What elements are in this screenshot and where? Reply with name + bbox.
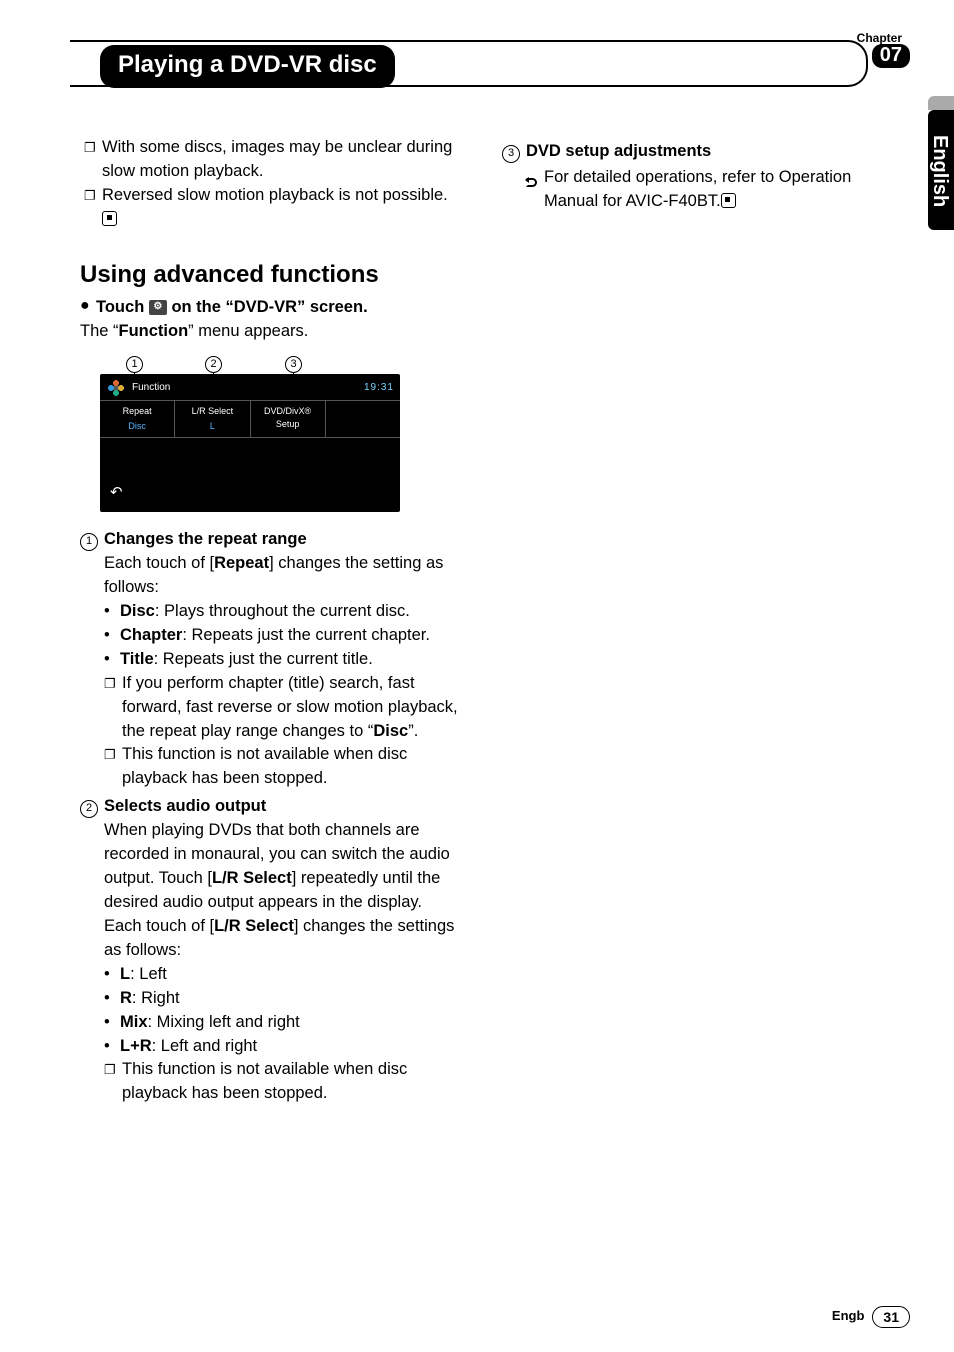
item2-para1: When playing DVDs that both channels are…	[104, 821, 450, 911]
item3-note: For detailed operations, refer to Operat…	[544, 166, 884, 214]
callout-2-icon: 2	[80, 800, 98, 818]
touch-instruction: Touch ⚙ on the “DVD-VR” screen.	[96, 296, 368, 320]
callout-3-icon: 3	[502, 145, 520, 163]
stop-icon	[721, 193, 736, 208]
section-heading: Using advanced functions	[80, 258, 462, 293]
clock-readout: 19:31	[364, 381, 394, 396]
item2-para2: Each touch of [L/R Select] changes the s…	[104, 917, 454, 959]
page-header: Chapter 07 Playing a DVD-VR disc	[80, 30, 914, 90]
home-flower-icon	[106, 378, 126, 398]
note-marker-icon	[104, 1058, 122, 1080]
function-screen-figure: 1 2 3 Function 19:31 Repeat Disc	[100, 352, 410, 512]
opt-disc: Disc: Plays throughout the current disc.	[104, 600, 462, 624]
page-title: Playing a DVD-VR disc	[100, 45, 395, 88]
callout-1-icon: 1	[80, 533, 98, 551]
note-text: With some discs, images may be unclear d…	[102, 136, 462, 184]
note-marker-icon	[104, 743, 122, 765]
tab-repeat[interactable]: Repeat Disc	[100, 401, 175, 437]
item1-heading: Changes the repeat range	[104, 530, 307, 548]
footer-lang: Engb	[832, 1307, 865, 1326]
item2-heading: Selects audio output	[104, 797, 266, 815]
page-footer: Engb 31	[832, 1306, 910, 1328]
item1-intro: Each touch of [Repeat] changes the setti…	[104, 554, 443, 596]
opt-mix: Mix: Mixing left and right	[104, 1011, 462, 1035]
back-icon[interactable]: ↶	[100, 476, 400, 504]
bullet-dot-icon	[80, 296, 96, 317]
note-marker-icon	[84, 184, 102, 206]
chapter-number-pill: 07	[872, 44, 910, 68]
note-marker-icon	[84, 136, 102, 158]
opt-l: L: Left	[104, 963, 462, 987]
language-tab: English	[928, 110, 954, 230]
page-number: 31	[872, 1306, 910, 1328]
function-menu-icon: ⚙	[149, 300, 167, 315]
item2-note: This function is not available when disc…	[122, 1058, 462, 1106]
reference-arrow-icon	[526, 175, 540, 186]
stop-icon	[102, 211, 117, 226]
opt-chapter: Chapter: Repeats just the current chapte…	[104, 624, 462, 648]
column-right: 3 DVD setup adjustments For detailed ope…	[502, 136, 914, 1106]
item1-note1: If you perform chapter (title) search, f…	[122, 672, 462, 744]
function-menu-line: The “Function” menu appears.	[80, 320, 462, 344]
column-left: With some discs, images may be unclear d…	[80, 136, 462, 1106]
opt-lr: L+R: Left and right	[104, 1035, 462, 1059]
note-text: Reversed slow motion playback is not pos…	[102, 184, 462, 232]
screen-title: Function	[132, 381, 170, 396]
item3-heading: DVD setup adjustments	[526, 142, 711, 160]
tab-dvd-setup[interactable]: DVD/DivX® Setup	[251, 401, 326, 437]
item1-note2: This function is not available when disc…	[122, 743, 462, 791]
opt-title: Title: Repeats just the current title.	[104, 648, 462, 672]
opt-r: R: Right	[104, 987, 462, 1011]
note-marker-icon	[104, 672, 122, 694]
tab-lr-select[interactable]: L/R Select L	[175, 401, 250, 437]
